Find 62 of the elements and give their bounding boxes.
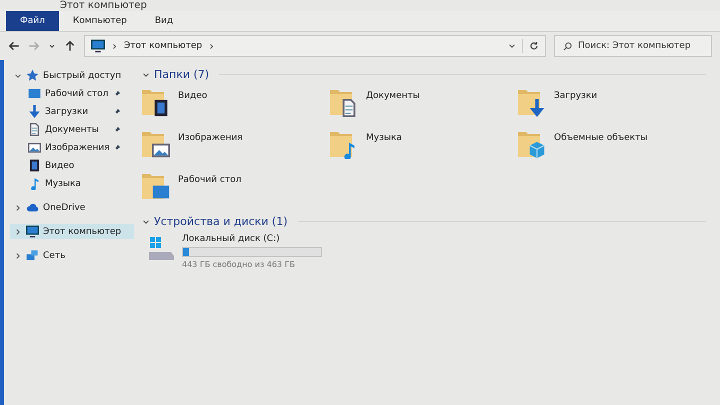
desktop-icon <box>152 186 170 198</box>
drive-icon <box>148 234 176 262</box>
search-icon <box>563 42 572 50</box>
film-icon <box>154 100 168 116</box>
address-bar[interactable]: Этот компьютер <box>84 35 546 57</box>
folder-item[interactable]: Музыка <box>330 129 518 163</box>
chevron-icon <box>111 42 118 50</box>
collapse-icon[interactable] <box>142 70 150 78</box>
window-title: Этот компьютер <box>59 0 148 11</box>
network-icon <box>26 249 39 262</box>
document-icon <box>344 100 354 116</box>
star-icon <box>26 69 39 82</box>
download-arrow-icon <box>28 105 41 118</box>
sidebar-item[interactable]: OneDrive <box>10 200 134 215</box>
picture-icon <box>152 144 170 156</box>
folder-item[interactable]: Видео <box>142 87 330 121</box>
film-icon <box>28 159 41 172</box>
sidebar-item[interactable]: Сеть <box>10 248 134 263</box>
expand-right-icon[interactable] <box>14 204 22 212</box>
sidebar-item[interactable]: Изображения <box>10 140 134 155</box>
picture-icon <box>28 141 41 154</box>
drive-item[interactable]: Локальный диск (C:) 443 ГБ свободно из 463 ГБ <box>142 234 706 269</box>
music-note-icon <box>344 142 354 159</box>
folder-item[interactable]: Документы <box>330 87 518 121</box>
download-arrow-icon <box>530 99 544 117</box>
dropdown-icon[interactable] <box>508 42 516 50</box>
collapse-icon[interactable] <box>142 218 150 226</box>
sidebar-item[interactable]: Видео <box>10 158 134 173</box>
cube-icon <box>530 142 544 158</box>
folder-item[interactable]: Рабочий стол <box>142 171 330 205</box>
expand-right-icon[interactable] <box>14 252 22 260</box>
document-icon <box>28 123 41 136</box>
sidebar-item[interactable]: Музыка <box>10 176 134 191</box>
desktop-icon <box>28 87 41 100</box>
refresh-icon[interactable] <box>529 41 539 51</box>
free-space-text: 443 ГБ свободно из 463 ГБ <box>182 260 296 269</box>
sidebar-item[interactable]: Документы <box>10 122 134 137</box>
address-path: Этот компьютер <box>124 41 202 51</box>
search-field[interactable]: Поиск: Этот компьютер <box>554 35 712 57</box>
caret-icon[interactable] <box>48 42 56 50</box>
back-icon[interactable] <box>8 40 20 52</box>
folder-item[interactable]: Изображения <box>142 129 330 163</box>
folder-item[interactable]: Объемные объекты <box>518 129 706 163</box>
expand-right-icon[interactable] <box>14 228 22 236</box>
folder-item[interactable]: Загрузки <box>518 87 706 121</box>
sidebar-item[interactable]: Быстрый доступ <box>10 68 134 83</box>
sidebar-item[interactable]: Рабочий стол <box>10 86 134 101</box>
monitor-icon <box>91 39 105 53</box>
cloud-icon <box>26 201 39 214</box>
ribbon-tab[interactable]: Компьютер <box>58 11 141 31</box>
sidebar-item[interactable]: Загрузки <box>10 104 134 119</box>
up-arrow-icon[interactable] <box>64 40 76 52</box>
ribbon-tab[interactable]: Вид <box>140 11 188 31</box>
group-title: Устройства и диски (1) <box>154 215 288 228</box>
chevron-icon <box>208 42 216 50</box>
sidebar-item[interactable]: Этот компьютер <box>10 224 134 239</box>
expand-down-icon[interactable] <box>14 72 22 80</box>
monitor-icon <box>26 225 39 238</box>
group-title: Папки (7) <box>154 68 210 81</box>
ribbon-tab[interactable]: Файл <box>6 11 59 31</box>
drive-label: Локальный диск (C:) <box>182 234 281 244</box>
music-note-icon <box>28 177 41 190</box>
